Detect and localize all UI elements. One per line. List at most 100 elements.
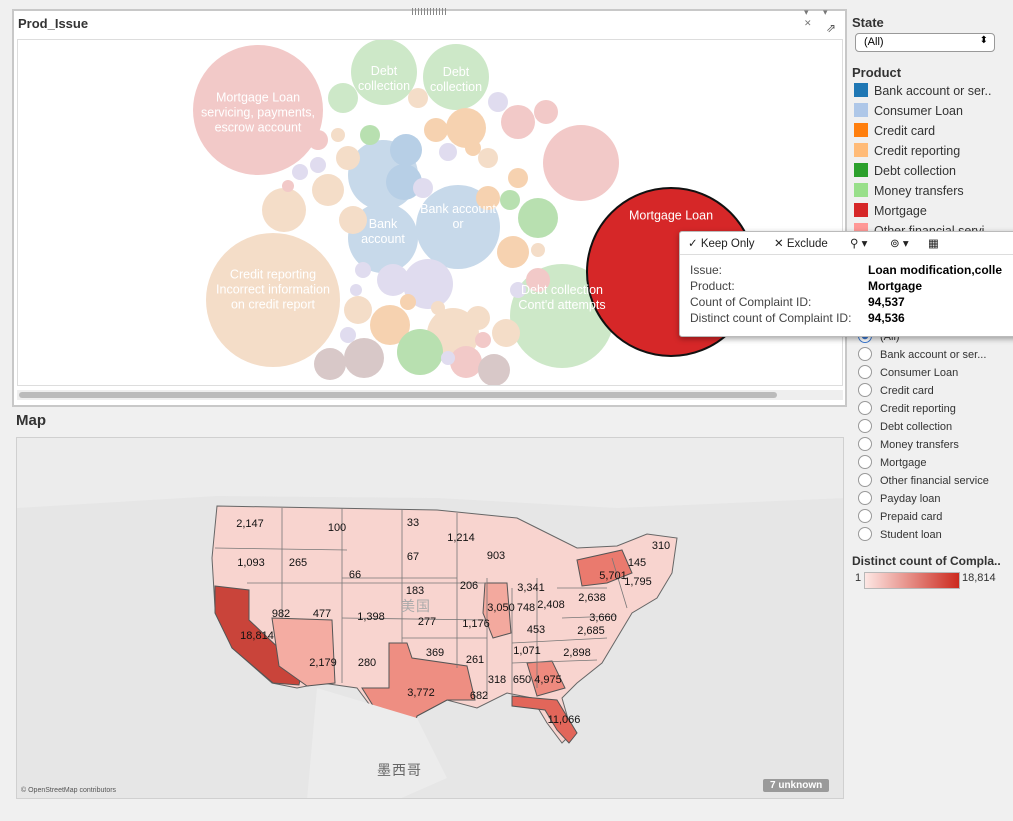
bubble-mark[interactable]: [390, 134, 422, 166]
bubble-mark[interactable]: [408, 88, 428, 108]
bubble-mark[interactable]: [360, 125, 380, 145]
product-legend-item[interactable]: Credit card: [854, 123, 935, 143]
bubble-mark[interactable]: [466, 306, 490, 330]
bubble-mark[interactable]: [193, 45, 323, 175]
paperclip-menu-icon[interactable]: ⚲ ▾: [850, 236, 867, 250]
bubble-mark[interactable]: [465, 140, 481, 156]
radio-label: Credit card: [880, 385, 934, 397]
bubble-mark[interactable]: [331, 128, 345, 142]
bubble-mark[interactable]: [292, 164, 308, 180]
bubble-mark[interactable]: [508, 168, 528, 188]
product-legend-item[interactable]: Debt collection: [854, 163, 956, 183]
map-view[interactable]: 美国 墨西哥 2,147 1,093 100 33 1,214 265 67 903 3,341…: [16, 437, 844, 799]
bubble-mark[interactable]: [328, 83, 358, 113]
bubble-mark[interactable]: [475, 332, 491, 348]
product-radio-option[interactable]: Credit reporting: [858, 401, 956, 419]
state-value-label: 1,176: [462, 618, 490, 630]
distinct-min-label: 1: [855, 572, 862, 584]
bubble-mark[interactable]: [492, 319, 520, 347]
product-radio-option[interactable]: Money transfers: [858, 437, 959, 455]
bubble-mark[interactable]: [424, 118, 448, 142]
bubble-mark[interactable]: [543, 125, 619, 201]
radio-label: Payday loan: [880, 493, 941, 505]
bubble-mark[interactable]: [336, 146, 360, 170]
panel-menu-controls[interactable]: ▾ ▾ ✕: [804, 7, 845, 29]
product-legend-item[interactable]: Money transfers: [854, 183, 964, 203]
radio-button-icon[interactable]: [858, 383, 872, 397]
bubble-mark[interactable]: [310, 157, 326, 173]
state-value-label: 206: [459, 580, 479, 592]
bubble-mark[interactable]: [377, 264, 409, 296]
product-legend-item[interactable]: Credit reporting: [854, 143, 960, 163]
legend-label: Bank account or ser..: [874, 84, 992, 98]
bubble-mark[interactable]: [431, 301, 445, 315]
radio-button-icon[interactable]: [858, 419, 872, 433]
radio-button-icon[interactable]: [858, 473, 872, 487]
bubble-mark[interactable]: [308, 130, 328, 150]
state-value-label: 11,066: [547, 714, 581, 726]
radio-button-icon[interactable]: [858, 401, 872, 415]
bubble-mark[interactable]: [478, 354, 510, 386]
bubble-mark[interactable]: [478, 148, 498, 168]
bubble-mark[interactable]: [497, 236, 529, 268]
bubble-mark[interactable]: [350, 284, 362, 296]
unknown-count-badge[interactable]: 7 unknown: [763, 779, 830, 792]
bubble-mark[interactable]: [534, 100, 558, 124]
radio-button-icon[interactable]: [858, 455, 872, 469]
bubble-mark[interactable]: [262, 188, 306, 232]
product-legend-item[interactable]: Mortgage: [854, 203, 927, 223]
external-link-icon[interactable]: ⇗: [826, 21, 836, 35]
product-radio-option[interactable]: Other financial service: [858, 473, 989, 491]
bubble-mark[interactable]: [439, 143, 457, 161]
bubble-mark[interactable]: [488, 92, 508, 112]
radio-button-icon[interactable]: [858, 509, 872, 523]
bubble-mark[interactable]: [282, 180, 294, 192]
bubble-mark[interactable]: [397, 329, 443, 375]
product-radio-option[interactable]: Prepaid card: [858, 509, 942, 527]
bubble-mark[interactable]: [400, 294, 416, 310]
bubble-mark[interactable]: [518, 198, 558, 238]
bubble-mark[interactable]: [450, 346, 482, 378]
product-radio-option[interactable]: Student loan: [858, 527, 942, 545]
bubble-mark[interactable]: [314, 348, 346, 380]
bubble-mark[interactable]: [339, 206, 367, 234]
bubble-mark[interactable]: [446, 108, 486, 148]
bubble-mark[interactable]: [441, 351, 455, 365]
radio-button-icon[interactable]: [858, 437, 872, 451]
bubble-mark[interactable]: [206, 233, 340, 367]
product-radio-option[interactable]: Debt collection: [858, 419, 952, 437]
bubble-mark[interactable]: [531, 243, 545, 257]
bubble-mark[interactable]: [344, 338, 384, 378]
bubble-mark[interactable]: [344, 296, 372, 324]
product-radio-option[interactable]: Payday loan: [858, 491, 941, 509]
keep-only-button[interactable]: ✓ Keep Only: [688, 236, 755, 250]
bubble-mark[interactable]: [510, 282, 526, 298]
product-radio-option[interactable]: Mortgage: [858, 455, 926, 473]
radio-button-icon[interactable]: [858, 365, 872, 379]
view-data-icon[interactable]: ▦: [928, 236, 939, 250]
scrollbar-thumb[interactable]: [19, 392, 777, 398]
bubble-mark[interactable]: [500, 190, 520, 210]
distinct-count-legend-title: Distinct count of Compla..: [852, 554, 1001, 568]
bubble-mark[interactable]: [413, 178, 433, 198]
bubble-mark[interactable]: [351, 40, 417, 105]
radio-button-icon[interactable]: [858, 491, 872, 505]
product-legend-item[interactable]: Bank account or ser..: [854, 83, 991, 103]
exclude-button[interactable]: ✕ Exclude: [774, 236, 828, 250]
group-menu-icon[interactable]: ⊚ ▾: [890, 236, 909, 250]
bubble-mark[interactable]: [355, 262, 371, 278]
panel-grip-handle[interactable]: [412, 8, 448, 15]
bubble-mark[interactable]: [340, 327, 356, 343]
product-radio-option[interactable]: Bank account or ser...: [858, 347, 986, 365]
product-radio-option[interactable]: Consumer Loan: [858, 365, 958, 383]
product-radio-option[interactable]: Credit card: [858, 383, 934, 401]
bubble-mark[interactable]: [526, 268, 550, 292]
radio-button-icon[interactable]: [858, 527, 872, 541]
horizontal-scrollbar[interactable]: [17, 390, 843, 400]
bubble-mark[interactable]: [501, 105, 535, 139]
bubble-mark[interactable]: [476, 186, 500, 210]
bubble-mark[interactable]: [423, 44, 489, 110]
bubble-mark[interactable]: [312, 174, 344, 206]
radio-button-icon[interactable]: [858, 347, 872, 361]
product-legend-item[interactable]: Consumer Loan: [854, 103, 963, 123]
